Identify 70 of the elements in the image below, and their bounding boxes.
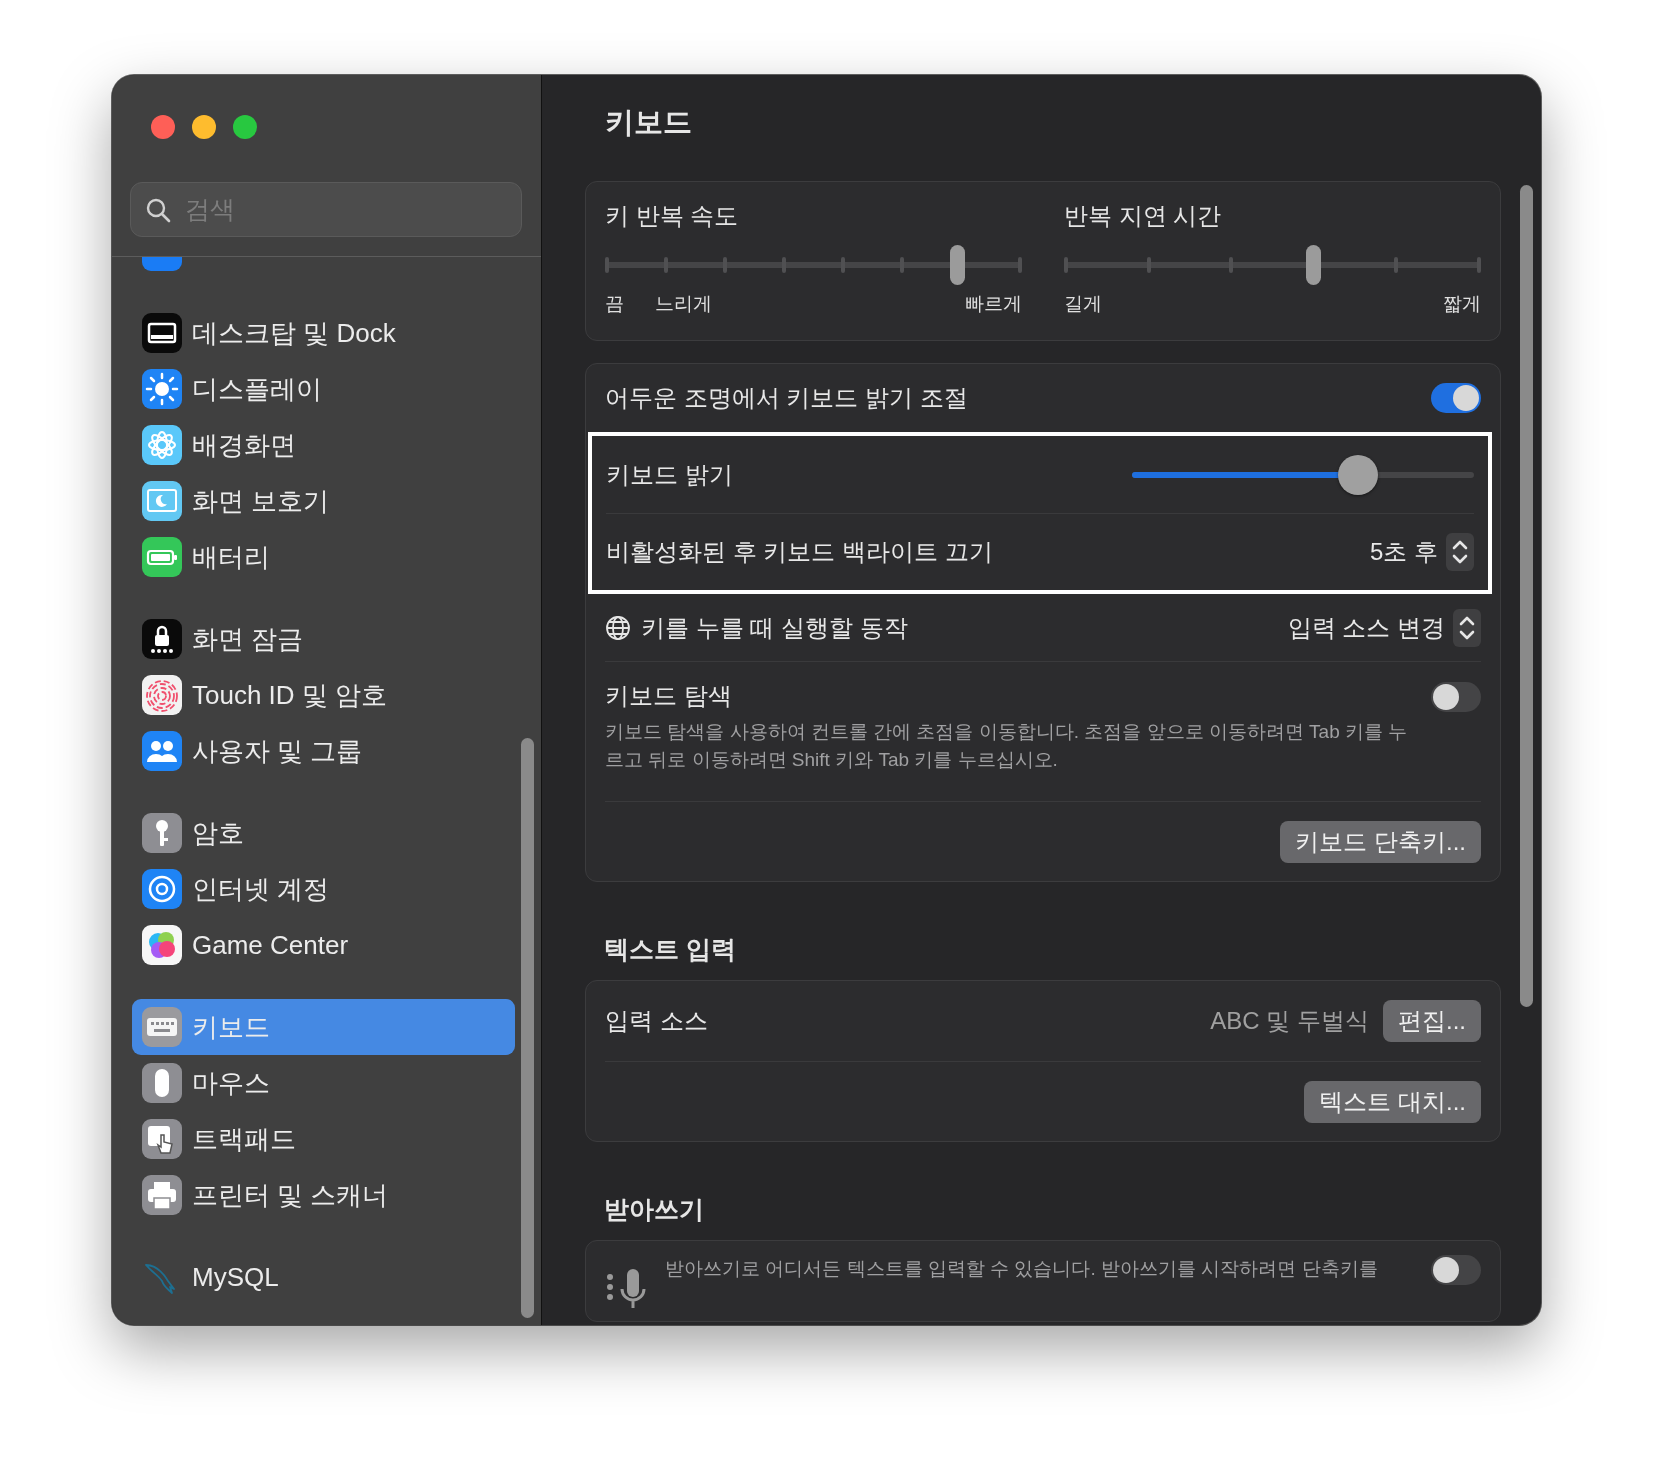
page-title: 키보드 [604, 105, 693, 140]
zoom-button[interactable] [233, 115, 257, 139]
action-button[interactable]: 텍스트 대치... [1304, 1080, 1481, 1123]
scrollbar[interactable] [1520, 185, 1533, 1007]
mouse-icon [142, 1063, 182, 1103]
action-button[interactable]: 키보드 단축키... [1280, 820, 1481, 863]
section-title: 텍스트 입력 [604, 933, 736, 965]
setting-label: 비활성화된 후 키보드 백라이트 끄기 [606, 537, 993, 567]
toggle-switch[interactable] [1431, 682, 1481, 712]
tick-label: 빠르게 [965, 292, 1022, 316]
tick-label: 짧게 [1443, 292, 1481, 316]
sidebar-item[interactable]: 디스플레이 [132, 361, 515, 417]
sidebar-item[interactable]: 프린터 및 스캐너 [132, 1167, 515, 1223]
slider-label: 반복 지연 시간 [1064, 201, 1222, 231]
sidebar-item[interactable]: 암호 [132, 805, 515, 861]
setting-label: 키보드 밝기 [606, 459, 733, 490]
setting-label: 입력 소스 [605, 1006, 708, 1036]
setting-label: 어두운 조명에서 키보드 밝기 조절 [605, 383, 968, 413]
printer-icon [142, 1175, 182, 1215]
section-title: 받아쓰기 [604, 1193, 704, 1225]
popup-button[interactable]: 입력 소스 변경 [1287, 608, 1481, 647]
edit-button[interactable]: 편집... [1383, 1000, 1481, 1042]
sidebar-item[interactable]: 배터리 [132, 529, 515, 585]
sidebar-item[interactable]: 마우스 [132, 1055, 515, 1111]
desktop-icon [142, 313, 182, 353]
brightness-slider[interactable] [1132, 454, 1474, 495]
sidebar-item[interactable]: 트랙패드 [132, 1111, 515, 1167]
sidebar-item[interactable]: 배경화면 [132, 417, 515, 473]
tick-label: 끔 [605, 292, 624, 316]
close-button[interactable] [151, 115, 175, 139]
hand-pointer-icon [142, 1119, 182, 1159]
sidebar-item[interactable]: 인터넷 계정 [132, 861, 515, 917]
slider-thumb[interactable] [1337, 454, 1378, 495]
scrollbar[interactable] [521, 738, 534, 1318]
toggle-switch[interactable] [1431, 1255, 1481, 1285]
sidebar-item[interactable]: 데스크탑 및 Dock [132, 305, 515, 361]
tick-label: 길게 [1064, 292, 1102, 316]
lock-icon [142, 619, 182, 659]
slider-thumb[interactable] [1305, 245, 1321, 285]
minimize-button[interactable] [192, 115, 216, 139]
toggle-switch[interactable] [1431, 383, 1481, 413]
tick-slider[interactable] [1064, 245, 1481, 285]
tick-label: 느리게 [654, 292, 712, 316]
battery-icon [142, 537, 182, 577]
sidebar-item[interactable]: Touch ID 및 암호 [132, 667, 515, 723]
sidebar-item[interactable]: 화면 보호기 [132, 473, 515, 529]
search-icon [145, 196, 171, 223]
setting-label: 키보드 탐색 [605, 681, 732, 711]
fingerprint-icon [142, 675, 182, 715]
sun-icon [142, 369, 182, 409]
stepper-icon [1453, 608, 1481, 647]
dictation-description: 받아쓰기로 어디서든 텍스트를 입력할 수 있습니다. 받아쓰기를 시작하려면 단축키를 [665, 1257, 1379, 1281]
sidebar-item[interactable]: MySQL [132, 1249, 515, 1305]
bubbles-icon [142, 925, 182, 965]
key-icon [142, 813, 182, 853]
flower-icon [142, 425, 182, 465]
input-source-value: ABC 및 두벌식 [1210, 1006, 1369, 1036]
slider-thumb[interactable] [950, 245, 966, 285]
users-icon [142, 731, 182, 771]
screen-moon-icon [142, 481, 182, 521]
stepper-icon [1446, 533, 1474, 571]
slider-label: 키 반복 속도 [605, 201, 739, 231]
keyboard-icon [142, 1007, 182, 1047]
sidebar-item[interactable]: 화면 잠금 [132, 611, 515, 667]
tick-slider[interactable] [605, 245, 1022, 285]
popup-button[interactable]: 5초 후 [1370, 533, 1474, 571]
setting-label: 키를 누를 때 실행할 동작 [641, 612, 908, 643]
sidebar-item[interactable]: Game Center [132, 917, 515, 973]
sidebar-item[interactable]: 사용자 및 그룹 [132, 723, 515, 779]
setting-description: 키보드 탐색을 사용하여 컨트롤 간에 초점을 이동합니다. 초점을 앞으로 이동하려면 Tab 키를 누르고 뒤로 이동하려면 Shift 키와 Tab 키를 누르십시오. [605, 720, 1409, 772]
